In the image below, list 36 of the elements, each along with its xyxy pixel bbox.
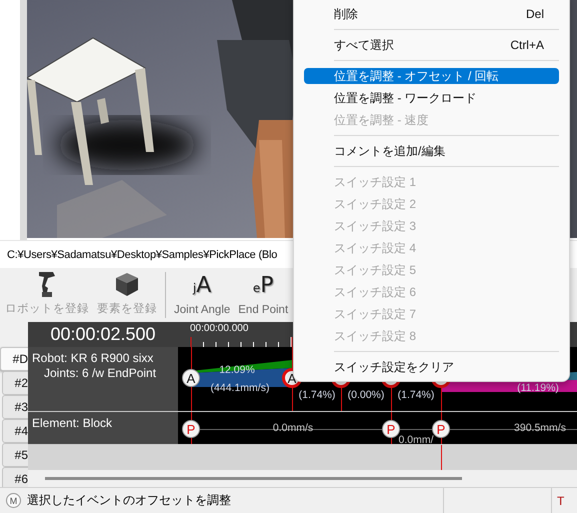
current-time: 00:00:02.500 [28, 322, 178, 347]
speed-label: 390.5mm/s [514, 422, 566, 434]
event-marker[interactable]: P [182, 420, 200, 438]
track-title: Robot: KR 6 R900 sixx [32, 351, 154, 365]
track-detail: Joints: 6 /w EndPoint [43, 366, 158, 380]
row-tab[interactable]: #4 [2, 419, 28, 443]
toolbar-button[interactable]: eP End Point [235, 268, 292, 322]
menu-item[interactable]: スイッチ設定をクリア [304, 359, 559, 375]
event-marker[interactable]: A [182, 369, 200, 387]
speed-label: (0.00%) [348, 389, 384, 401]
status-message: 選択したイベントのオフセットを調整 [27, 492, 232, 509]
menu-item[interactable]: 削除 Del [304, 6, 559, 22]
speed-label: (1.74%) [298, 389, 336, 401]
row-tab[interactable]: #2 [2, 371, 28, 395]
menu-item[interactable]: 位置を調整 - オフセット / 回転 [304, 68, 559, 84]
toolbar-button[interactable]: jA Joint Angle [171, 268, 234, 322]
menu-item[interactable]: すべて選択 Ctrl+A [304, 37, 559, 53]
mode-icon: M [6, 493, 21, 508]
document-path: C:¥Users¥Sadamatsu¥Desktop¥Samples¥PickPlace (Blo [7, 248, 278, 260]
speed-label: (11.19%) [517, 382, 559, 394]
ruler-time-label: 00:00:00.000 [190, 323, 248, 334]
event-marker[interactable]: P [432, 420, 450, 438]
row-tab[interactable]: #6 [2, 467, 28, 487]
status-text: T [557, 494, 564, 508]
track-title: Element: Block [32, 416, 114, 430]
speed-label: 0.0mm/ [398, 434, 434, 444]
row-tab[interactable]: #5 [2, 443, 28, 467]
letter-icon: jA [192, 273, 212, 301]
row-tab[interactable]: #3 [2, 395, 28, 419]
menu-item[interactable]: コメントを追加/編集 [304, 143, 559, 159]
letter-icon: eP [252, 273, 274, 301]
speed-label: (1.74%) [398, 389, 434, 401]
row-tab[interactable]: #D [0, 347, 28, 371]
menu-item[interactable]: 位置を調整 - ワークロード [304, 90, 559, 106]
speed-label: 0.0mm/s [272, 422, 314, 434]
event-marker[interactable]: P [382, 420, 400, 438]
